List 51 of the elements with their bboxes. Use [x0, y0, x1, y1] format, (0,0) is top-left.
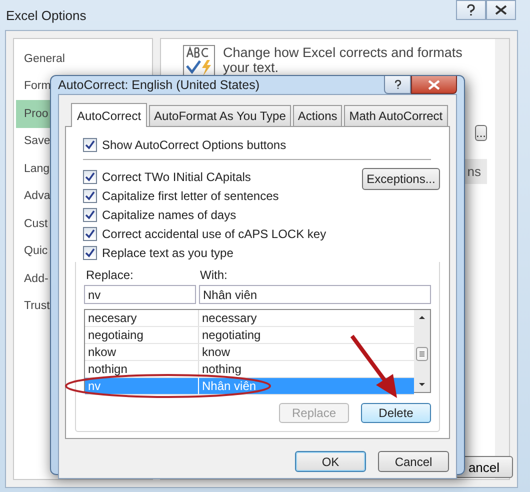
replace-field[interactable]: nv [84, 285, 196, 304]
replace-label: Replace: [86, 268, 134, 282]
table-cell-text: necessary [201, 310, 258, 326]
checkbox[interactable] [83, 226, 97, 240]
intro-text: Change how Excel corrects and formats your text. [223, 45, 464, 75]
table-cell-text: nothing [201, 361, 242, 377]
table-cell-text: negotiating [201, 327, 262, 343]
list-row[interactable]: necesary necessary [85, 310, 414, 327]
checkbox-label: Correct accidental use of cAPS LOCK key [102, 226, 326, 240]
help-button[interactable] [384, 76, 411, 94]
checkbox[interactable] [83, 208, 97, 222]
dialog-title: AutoCorrect: English (United States) [58, 78, 260, 92]
table-cell: negotiaing [85, 327, 199, 343]
with-label: With: [200, 268, 228, 282]
tab[interactable]: AutoFormat As You Type [149, 105, 291, 126]
options-button[interactable]: ... [474, 125, 487, 141]
sidebar-item[interactable]: General [16, 45, 150, 72]
question-icon [466, 4, 476, 16]
checkbox-label: Correct TWo INitial CApitals [102, 170, 251, 184]
checkbox-label: Show AutoCorrect Options buttons [102, 138, 286, 152]
help-button[interactable] [456, 0, 486, 20]
delete-button[interactable]: Delete [361, 403, 431, 423]
checkbox[interactable] [83, 246, 97, 260]
table-cell: necesary [85, 310, 199, 326]
checkbox[interactable] [83, 138, 97, 152]
close-button[interactable] [486, 0, 516, 20]
list-row[interactable]: nkow know [85, 344, 414, 361]
question-icon [394, 79, 402, 90]
close-icon [495, 5, 507, 15]
table-cell: nothign [85, 361, 199, 377]
tab[interactable]: Math AutoCorrect [344, 105, 448, 126]
spelling-icon [183, 45, 215, 77]
arrow [350, 334, 397, 398]
checkbox[interactable] [83, 188, 97, 202]
with-field[interactable]: Nhân viên [199, 285, 431, 304]
cancel-button[interactable]: Cancel [378, 451, 449, 472]
table-cell: nkow [85, 344, 199, 360]
exceptions-button[interactable]: Exceptions... [362, 168, 440, 190]
list-row[interactable]: negotiaing negotiating [85, 327, 414, 344]
tab[interactable]: AutoCorrect [71, 103, 148, 127]
checkbox[interactable] [83, 170, 97, 184]
close-button[interactable] [411, 76, 457, 94]
checkbox-label: Capitalize first letter of sentences [102, 188, 279, 202]
table-cell-text: Nhân viên [201, 378, 258, 394]
ok-button[interactable]: OK [295, 451, 366, 472]
table-cell-text: know [201, 344, 232, 360]
window-title: Excel Options [6, 8, 88, 22]
tab[interactable]: Actions [292, 105, 342, 126]
checkbox-label: Capitalize names of days [102, 208, 236, 222]
close-icon [428, 80, 440, 90]
checkbox-label: Replace text as you type [102, 246, 234, 260]
